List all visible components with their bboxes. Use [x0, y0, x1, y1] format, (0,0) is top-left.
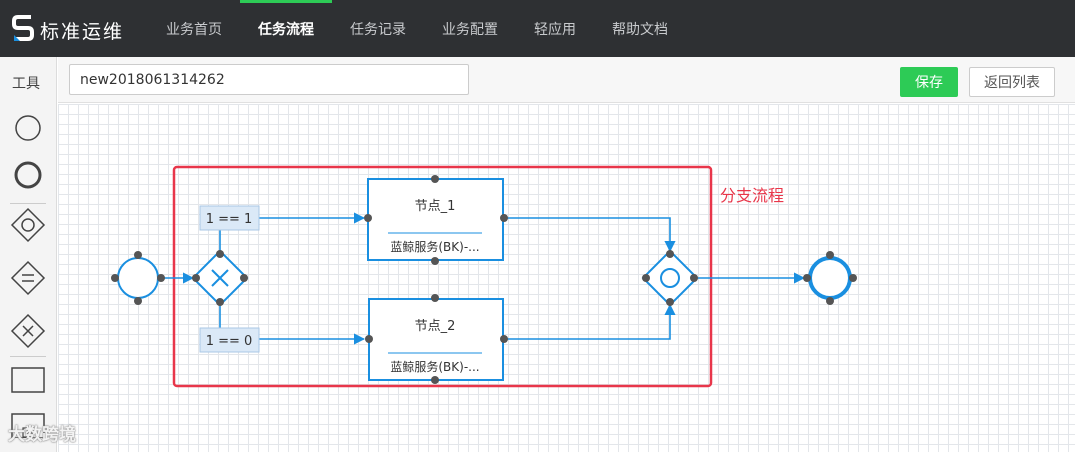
nav-item[interactable]: 帮助文档: [594, 0, 686, 57]
anchor-point: [216, 250, 224, 258]
anchor-point: [111, 274, 119, 282]
diamond-equal-icon: [10, 260, 46, 296]
anchor-point: [365, 335, 373, 343]
condition-text: 1 == 1: [206, 212, 253, 227]
task-node-tool[interactable]: [8, 360, 48, 400]
save-button[interactable]: 保存: [900, 67, 958, 97]
diamond-circle-icon: [10, 207, 46, 243]
task-node[interactable]: 节点_2 蓝鲸服务(BK)-...: [368, 298, 504, 381]
anchor-point: [826, 297, 834, 305]
anchor-point: [431, 376, 439, 384]
edge-node2-to-converge[interactable]: [504, 303, 676, 340]
anchor-point: [500, 335, 508, 343]
nav-item[interactable]: 业务首页: [148, 0, 240, 57]
diamond-x-icon: [10, 313, 46, 349]
parallel-gateway-tool[interactable]: [8, 258, 48, 298]
tool-panel: 工具: [0, 57, 57, 452]
condition-label[interactable]: 1 == 0: [199, 327, 260, 353]
anchor-point: [849, 274, 857, 282]
condition-text: 1 == 0: [206, 334, 253, 349]
watermark: 大数跨境: [8, 425, 76, 445]
anchor-point: [134, 251, 142, 259]
anchor-point: [666, 298, 674, 306]
back-to-list-button[interactable]: 返回列表: [969, 67, 1055, 97]
thin-circle-icon: [15, 115, 41, 141]
app-title[interactable]: 标准运维: [40, 17, 124, 44]
anchor-point: [431, 257, 439, 265]
nav-item[interactable]: 任务流程: [240, 0, 332, 57]
task-node-plugin: 蓝鲸服务(BK)-...: [390, 359, 479, 374]
anchor-point: [642, 274, 650, 282]
converge-gateway-tool[interactable]: [8, 205, 48, 245]
anchor-point: [364, 214, 372, 222]
start-event[interactable]: [117, 257, 159, 299]
main-nav: 业务首页 任务流程 任务记录 业务配置 轻应用 帮助文档: [148, 0, 686, 57]
branch-gateway[interactable]: [191, 249, 249, 307]
end-event[interactable]: [808, 256, 852, 300]
tool-panel-title: 工具: [12, 76, 40, 92]
flow-name-input[interactable]: [69, 64, 469, 95]
nav-item[interactable]: 任务记录: [332, 0, 424, 57]
anchor-point: [826, 251, 834, 259]
anchor-point: [666, 250, 674, 258]
anchor-point: [431, 175, 439, 183]
tool-divider: [10, 356, 46, 357]
task-node-plugin: 蓝鲸服务(BK)-...: [390, 239, 479, 254]
edge-node1-to-converge[interactable]: [504, 217, 676, 253]
anchor-point: [192, 274, 200, 282]
anchor-point: [134, 297, 142, 305]
top-navbar: 标准运维 业务首页 任务流程 任务记录 业务配置 轻应用 帮助文档: [0, 0, 1075, 57]
branch-group-label: 分支流程: [720, 186, 784, 205]
anchor-point: [157, 274, 165, 282]
tool-divider: [10, 203, 46, 204]
task-node[interactable]: 节点_1 蓝鲸服务(BK)-...: [367, 178, 504, 261]
anchor-point: [216, 298, 224, 306]
task-node-title: 节点_2: [415, 319, 456, 334]
flow-diagram: 分支流程 1 == 1 1 == 0 节点_1 蓝鲸服务(BK)-... 节点_…: [111, 165, 857, 388]
converge-gateway[interactable]: [641, 249, 699, 307]
thick-circle-icon: [14, 161, 42, 189]
condition-label[interactable]: 1 == 1: [199, 205, 260, 231]
start-event-tool[interactable]: [8, 108, 48, 148]
anchor-point: [240, 274, 248, 282]
logo-icon[interactable]: [12, 13, 34, 43]
editor-header: 保存 返回列表: [58, 57, 1075, 103]
nav-item[interactable]: 轻应用: [516, 0, 594, 57]
task-node-title: 节点_1: [415, 199, 456, 214]
branch-gateway-tool[interactable]: [8, 311, 48, 351]
rectangle-icon: [11, 367, 45, 393]
end-event-tool[interactable]: [8, 155, 48, 195]
nav-item[interactable]: 业务配置: [424, 0, 516, 57]
flow-canvas[interactable]: 分支流程 1 == 1 1 == 0 节点_1 蓝鲸服务(BK)-... 节点_…: [58, 104, 1075, 452]
anchor-point: [500, 214, 508, 222]
anchor-point: [431, 294, 439, 302]
anchor-point: [803, 274, 811, 282]
anchor-point: [690, 274, 698, 282]
